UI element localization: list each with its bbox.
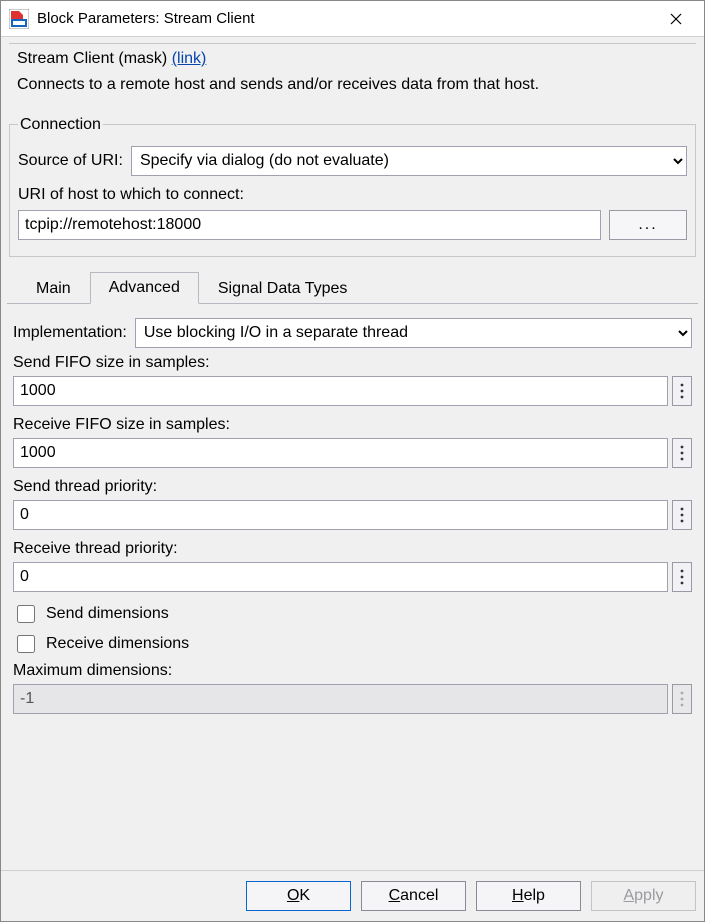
vertical-ellipsis-icon [680,691,684,707]
send-fifo-label: Send FIFO size in samples: [13,354,692,372]
send-prio-label: Send thread priority: [13,478,692,496]
ok-button[interactable]: OK [246,881,351,911]
close-button[interactable] [654,4,698,34]
max-dims-block: Maximum dimensions: [13,662,692,714]
source-uri-select[interactable]: Specify via dialog (do not evaluate) [131,146,687,176]
recv-dims-checkbox[interactable] [17,635,35,653]
send-dims-row: Send dimensions [13,602,692,626]
dialog-content: Stream Client (mask) (link) Connects to … [1,37,704,870]
send-dims-label: Send dimensions [46,605,169,623]
tab-signal-data-types[interactable]: Signal Data Types [199,273,367,304]
connection-group: Connection Source of URI: Specify via di… [9,116,696,257]
max-dims-label: Maximum dimensions: [13,662,692,680]
header-group: Stream Client (mask) (link) Connects to … [9,43,696,106]
send-fifo-input[interactable] [13,376,668,406]
close-icon [670,13,682,25]
recv-dims-label: Receive dimensions [46,635,189,653]
vertical-ellipsis-icon [680,569,684,585]
button-bar: OK Cancel Help Apply [1,870,704,921]
vertical-ellipsis-icon [680,445,684,461]
uri-input[interactable] [18,210,601,240]
recv-fifo-block: Receive FIFO size in samples: [13,416,692,468]
recv-fifo-more-button[interactable] [672,438,692,468]
recv-prio-input[interactable] [13,562,668,592]
uri-label: URI of host to which to connect: [18,186,687,204]
implementation-row: Implementation: Use blocking I/O in a se… [13,318,692,348]
send-prio-input[interactable] [13,500,668,530]
tab-advanced[interactable]: Advanced [90,272,199,304]
recv-fifo-input[interactable] [13,438,668,468]
recv-prio-more-button[interactable] [672,562,692,592]
send-prio-more-button[interactable] [672,500,692,530]
max-dims-more-button [672,684,692,714]
recv-prio-block: Receive thread priority: [13,540,692,592]
cancel-button[interactable]: Cancel [361,881,466,911]
send-prio-block: Send thread priority: [13,478,692,530]
vertical-ellipsis-icon [680,507,684,523]
source-uri-label: Source of URI: [18,152,123,170]
block-name: Stream Client [17,50,114,67]
vertical-ellipsis-icon [680,383,684,399]
send-fifo-block: Send FIFO size in samples: [13,354,692,406]
tab-panel-advanced: Implementation: Use blocking I/O in a se… [7,304,698,730]
recv-prio-label: Receive thread priority: [13,540,692,558]
implementation-select[interactable]: Use blocking I/O in a separate thread [135,318,692,348]
app-icon [9,9,29,29]
title-bar: Block Parameters: Stream Client [1,1,704,37]
source-uri-row: Source of URI: Specify via dialog (do no… [18,146,687,176]
apply-button: Apply [591,881,696,911]
mask-label: (mask) [118,50,167,67]
send-dims-checkbox[interactable] [17,605,35,623]
recv-dims-row: Receive dimensions [13,632,692,656]
tabs: Main Advanced Signal Data Types Implemen… [7,271,698,730]
connection-legend: Connection [18,116,103,134]
uri-row: ... [18,210,687,240]
link-label[interactable]: (link) [172,50,207,67]
implementation-label: Implementation: [13,324,127,342]
tabstrip: Main Advanced Signal Data Types [7,271,698,304]
help-button[interactable]: Help [476,881,581,911]
uri-browse-button[interactable]: ... [609,210,687,240]
block-name-row: Stream Client (mask) (link) [17,50,688,68]
block-description: Connects to a remote host and sends and/… [17,74,688,96]
tab-main[interactable]: Main [17,273,90,304]
window-title: Block Parameters: Stream Client [37,10,654,27]
max-dims-input [13,684,668,714]
send-fifo-more-button[interactable] [672,376,692,406]
recv-fifo-label: Receive FIFO size in samples: [13,416,692,434]
